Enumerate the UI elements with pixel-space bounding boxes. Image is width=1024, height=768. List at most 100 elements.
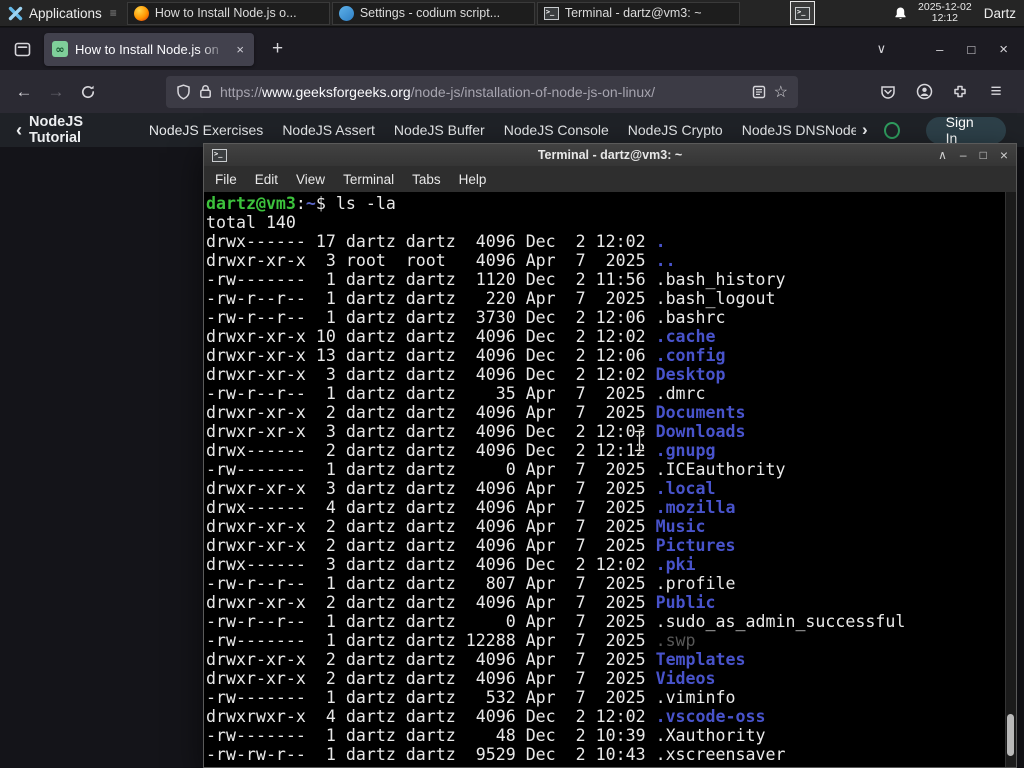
taskbar-button-codium[interactable]: Settings - codium script... [331, 1, 535, 25]
ls-row: drwxr-xr-x 2 dartz dartz 4096 Apr 7 2025… [206, 517, 706, 536]
firefox-view-button[interactable] [8, 35, 36, 63]
ls-row: drwx------ 4 dartz dartz 4096 Apr 7 2025… [206, 498, 736, 517]
nav-link-buffer[interactable]: NodeJS Buffer [394, 122, 485, 138]
lock-icon[interactable] [199, 84, 212, 99]
menu-help[interactable]: Help [450, 172, 496, 187]
chevron-left-icon: ‹ [16, 119, 22, 140]
bookmark-star-icon[interactable]: ☆ [774, 82, 788, 102]
tab-close-icon[interactable]: × [234, 42, 246, 57]
nav-link-dns[interactable]: NodeJS DNS [742, 122, 825, 138]
terminal-shade-button[interactable]: ∧ [938, 148, 947, 162]
prompt-line: dartz@vm3:~$ ls -la [206, 194, 396, 213]
terminal-maximize-button[interactable]: □ [980, 148, 987, 162]
ls-row: -rw------- 1 dartz dartz 1120 Dec 2 11:5… [206, 270, 786, 289]
reload-icon [81, 85, 95, 98]
terminal-scrollbar[interactable] [1005, 192, 1016, 767]
terminal-minimize-button[interactable]: – [960, 148, 967, 162]
site-navbar: ‹ NodeJS Tutorial NodeJS Exercises NodeJ… [0, 113, 1024, 147]
extensions-puzzle-icon [954, 85, 966, 97]
desktop-panel: Applications ≡ How to Install Node.js o.… [0, 0, 1024, 27]
terminal-title: Terminal - dartz@vm3: ~ [537, 148, 683, 162]
url-bar[interactable]: https://www.geeksforgeeks.org/node-js/in… [166, 75, 798, 108]
clock[interactable]: 2025-12-02 12:12 [918, 2, 972, 24]
tab-title: How to Install Node.js on [75, 41, 219, 57]
forward-button: → [47, 81, 65, 101]
pocket-button[interactable] [872, 76, 904, 108]
applications-label: Applications [29, 5, 102, 21]
nav-link-crypto[interactable]: NodeJS Crypto [628, 122, 723, 138]
nav-link-assert[interactable]: NodeJS Assert [282, 122, 375, 138]
system-tray: 2025-12-02 12:12 Dartz [893, 2, 1024, 24]
new-tab-button[interactable]: + [266, 38, 289, 60]
ls-row: -rw-r--r-- 1 dartz dartz 220 Apr 7 2025 … [206, 289, 776, 308]
nav-link-truncated[interactable]: Node [825, 122, 856, 138]
ls-row: drwx------ 17 dartz dartz 4096 Dec 2 12:… [206, 232, 666, 251]
ls-row: drwxr-xr-x 3 dartz dartz 4096 Dec 2 12:0… [206, 365, 726, 384]
ls-row: -rw------- 1 dartz dartz 532 Apr 7 2025 … [206, 688, 736, 707]
sign-in-button[interactable]: Sign In [925, 114, 1006, 146]
menu-tabs[interactable]: Tabs [403, 172, 450, 187]
nav-link-exercises[interactable]: NodeJS Exercises [149, 122, 263, 138]
firefox-view-icon [14, 42, 30, 56]
pocket-icon [881, 85, 895, 99]
chevron-right-icon[interactable]: › [862, 120, 868, 140]
ls-row: drwxr-xr-x 10 dartz dartz 4096 Dec 2 12:… [206, 327, 716, 346]
user-menu[interactable]: Dartz [984, 6, 1016, 21]
menu-terminal[interactable]: Terminal [334, 172, 403, 187]
vscodium-icon [338, 5, 354, 21]
firefox-tab-bar: ∞ How to Install Node.js on × + ∨ – □ × [0, 28, 1024, 70]
terminal-icon [795, 6, 811, 20]
ls-row: drwxr-xr-x 3 dartz dartz 4096 Dec 2 12:0… [206, 422, 746, 441]
terminal-close-button[interactable]: × [1000, 147, 1008, 163]
back-button[interactable]: ← [8, 76, 40, 108]
taskbar-button-firefox[interactable]: How to Install Node.js o... [126, 1, 330, 25]
taskbar-button-terminal[interactable]: Terminal - dartz@vm3: ~ [536, 1, 740, 25]
firefox-icon [133, 5, 149, 21]
terminal-launcher[interactable] [790, 1, 816, 25]
scrollbar-thumb[interactable] [1007, 714, 1014, 756]
menu-edit[interactable]: Edit [246, 172, 287, 187]
ls-row: -rw-r--r-- 1 dartz dartz 807 Apr 7 2025 … [206, 574, 736, 593]
reload-button[interactable] [72, 76, 104, 108]
ls-row: drwxr-xr-x 2 dartz dartz 4096 Apr 7 2025… [206, 403, 746, 422]
ls-row: drwxrwxr-x 4 dartz dartz 4096 Dec 2 12:0… [206, 707, 766, 726]
ls-row: drwxr-xr-x 2 dartz dartz 4096 Apr 7 2025… [206, 669, 716, 688]
ls-row: -rw-r--r-- 1 dartz dartz 35 Apr 7 2025 .… [206, 384, 706, 403]
reader-mode-icon[interactable] [752, 85, 766, 99]
ls-row: drwxr-xr-x 13 dartz dartz 4096 Dec 2 12:… [206, 346, 726, 365]
terminal-window: Terminal - dartz@vm3: ~ ∧ – □ × File Edi… [203, 143, 1017, 768]
terminal-titlebar[interactable]: Terminal - dartz@vm3: ~ ∧ – □ × [204, 144, 1016, 166]
browser-tab[interactable]: ∞ How to Install Node.js on × [44, 32, 254, 66]
terminal-menubar: File Edit View Terminal Tabs Help [204, 166, 1016, 192]
nav-link-console[interactable]: NodeJS Console [504, 122, 609, 138]
ls-row: -rw-r--r-- 1 dartz dartz 0 Apr 7 2025 .s… [206, 612, 906, 631]
notification-bell-icon[interactable] [893, 6, 908, 21]
window-minimize-button[interactable]: – [936, 42, 943, 57]
nav-back-tutorial[interactable]: ‹ NodeJS Tutorial [16, 114, 130, 146]
terminal-output[interactable]: dartz@vm3:~$ ls -la total 140 drwx------… [204, 192, 1016, 767]
account-button[interactable] [908, 76, 940, 108]
ls-row: drwx------ 3 dartz dartz 4096 Dec 2 12:0… [206, 555, 696, 574]
window-maximize-button[interactable]: □ [967, 42, 975, 57]
ls-row: drwxr-xr-x 2 dartz dartz 4096 Apr 7 2025… [206, 536, 736, 555]
hamburger-menu-button[interactable]: ≡ [980, 76, 1012, 108]
list-tabs-chevron-icon[interactable]: ∨ [877, 41, 887, 57]
applications-menu-button[interactable]: Applications ≡ [0, 0, 125, 26]
window-close-button[interactable]: × [999, 41, 1008, 58]
ls-row: -rw-r--r-- 1 dartz dartz 3730 Dec 2 12:0… [206, 308, 726, 327]
ls-row: -rw-rw-r-- 1 dartz dartz 9529 Dec 2 10:4… [206, 745, 786, 764]
extensions-button[interactable] [944, 76, 976, 108]
ls-row: -rw------- 1 dartz dartz 0 Apr 7 2025 .I… [206, 460, 786, 479]
ls-row: -rw------- 1 dartz dartz 12288 Apr 7 202… [206, 631, 696, 650]
terminal-icon [543, 6, 559, 20]
menu-file[interactable]: File [206, 172, 246, 187]
menu-lines-icon: ≡ [109, 6, 117, 20]
tracking-shield-icon[interactable] [176, 83, 191, 100]
total-line: total 140 [206, 213, 296, 232]
ls-row: -rw------- 1 dartz dartz 48 Dec 2 10:39 … [206, 726, 766, 745]
menu-view[interactable]: View [287, 172, 334, 187]
search-icon[interactable] [883, 121, 900, 139]
account-icon [916, 83, 932, 100]
ls-listing: drwx------ 17 dartz dartz 4096 Dec 2 12:… [206, 232, 1016, 764]
applications-icon [8, 6, 23, 20]
